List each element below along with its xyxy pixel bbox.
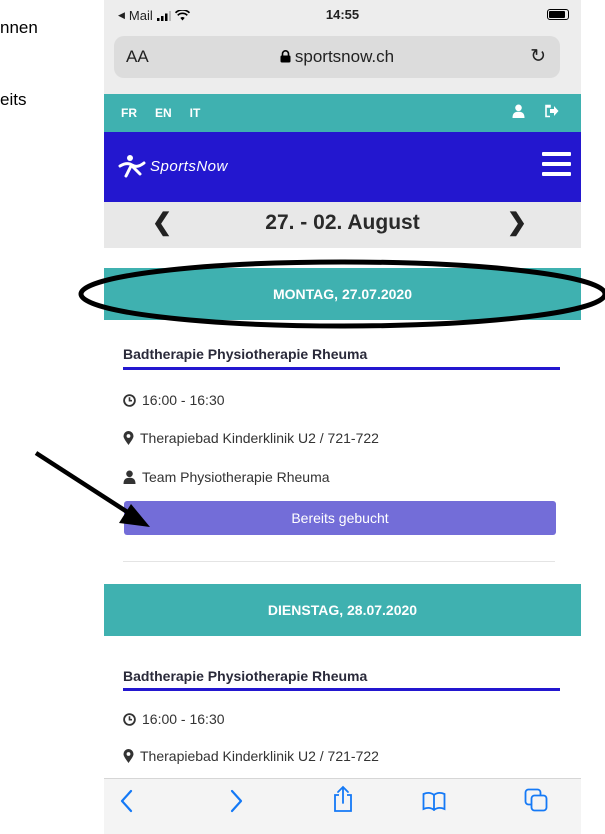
annotation-arrow-shaft bbox=[34, 451, 134, 517]
highlight-ellipse bbox=[78, 259, 605, 329]
annotation-overlay bbox=[34, 259, 605, 527]
